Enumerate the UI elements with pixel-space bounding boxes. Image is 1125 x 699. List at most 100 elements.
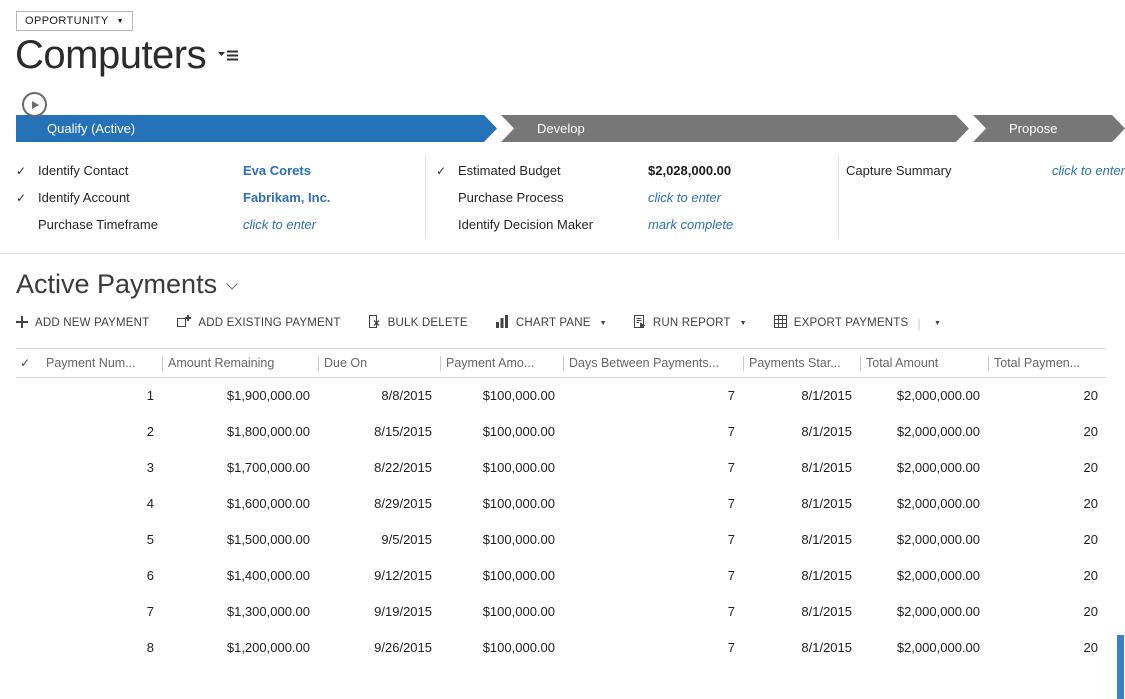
- column-header-payment-number[interactable]: Payment Num...: [40, 349, 162, 378]
- column-header-payment-amount[interactable]: Payment Amo...: [440, 349, 563, 378]
- table-cell: $100,000.00: [440, 522, 563, 558]
- stage-develop[interactable]: Develop: [501, 115, 969, 142]
- table-cell: 20: [988, 378, 1106, 414]
- table-cell: $1,900,000.00: [162, 378, 318, 414]
- stage-qualify[interactable]: Qualify (Active): [16, 115, 497, 142]
- grid-title: Active Payments: [16, 269, 217, 300]
- table-cell: 8/1/2015: [743, 522, 860, 558]
- add-existing-payment-button[interactable]: ADD EXISTING PAYMENT: [176, 315, 340, 331]
- run-report-button[interactable]: RUN REPORT ▼: [634, 315, 747, 331]
- row-select-checkbox[interactable]: [16, 630, 40, 666]
- entity-type-dropdown[interactable]: OPPORTUNITY ▼: [16, 11, 133, 31]
- column-header-amount-remaining[interactable]: Amount Remaining: [162, 349, 318, 378]
- table-cell: $100,000.00: [440, 378, 563, 414]
- field-value-account-link[interactable]: Fabrikam, Inc.: [243, 190, 330, 205]
- table-cell: $2,000,000.00: [860, 630, 988, 666]
- field-capture-summary: Capture Summary click to enter: [846, 157, 1125, 184]
- table-cell: 7: [563, 522, 743, 558]
- row-select-checkbox[interactable]: [16, 486, 40, 522]
- table-cell: 20: [988, 450, 1106, 486]
- grid-view-selector[interactable]: Active Payments: [16, 269, 236, 300]
- table-cell: $1,800,000.00: [162, 414, 318, 450]
- field-purchase-process: ✓ Purchase Process click to enter: [436, 184, 838, 211]
- table-row[interactable]: 1 $1,900,000.00 8/8/2015 $100,000.00 7 8…: [16, 378, 1106, 414]
- table-cell: $100,000.00: [440, 630, 563, 666]
- toolbar-label: RUN REPORT: [653, 317, 731, 329]
- table-cell: 8/1/2015: [743, 630, 860, 666]
- table-row[interactable]: 5 $1,500,000.00 9/5/2015 $100,000.00 7 8…: [16, 522, 1106, 558]
- field-value-budget[interactable]: $2,028,000.00: [648, 163, 731, 178]
- add-existing-icon: [176, 315, 191, 331]
- field-purchase-timeframe: ✓ Purchase Timeframe click to enter: [16, 211, 425, 238]
- toolbar-label: ADD NEW PAYMENT: [35, 317, 149, 329]
- export-payments-button[interactable]: EXPORT PAYMENTS: [774, 315, 909, 331]
- toolbar-separator: |: [917, 316, 921, 331]
- row-select-checkbox[interactable]: [16, 558, 40, 594]
- table-row[interactable]: 8 $1,200,000.00 9/26/2015 $100,000.00 7 …: [16, 630, 1106, 666]
- row-select-checkbox[interactable]: [16, 522, 40, 558]
- row-select-checkbox[interactable]: [16, 378, 40, 414]
- column-header-total-amount[interactable]: Total Amount: [860, 349, 988, 378]
- chevron-down-icon: ▼: [740, 320, 747, 327]
- table-row[interactable]: 4 $1,600,000.00 8/29/2015 $100,000.00 7 …: [16, 486, 1106, 522]
- table-cell: 20: [988, 522, 1106, 558]
- field-label: Estimated Budget: [458, 163, 648, 178]
- title-related-menu-icon[interactable]: [218, 48, 238, 68]
- column-header-total-payments[interactable]: Total Paymen...: [988, 349, 1106, 378]
- business-process-flow: Qualify (Active) Develop Propose ✓ Ident…: [0, 115, 1125, 238]
- table-cell: $2,000,000.00: [860, 558, 988, 594]
- bulk-delete-icon: [368, 315, 381, 331]
- table-cell: $2,000,000.00: [860, 522, 988, 558]
- table-cell: $1,200,000.00: [162, 630, 318, 666]
- process-fields: ✓ Identify Contact Eva Corets ✓ Identify…: [0, 155, 1125, 238]
- toolbar-label: BULK DELETE: [388, 317, 468, 329]
- table-cell: 8: [40, 630, 162, 666]
- table-row[interactable]: 3 $1,700,000.00 8/22/2015 $100,000.00 7 …: [16, 450, 1106, 486]
- table-row[interactable]: 2 $1,800,000.00 8/15/2015 $100,000.00 7 …: [16, 414, 1106, 450]
- page-title: Computers: [15, 32, 206, 78]
- bulk-delete-button[interactable]: BULK DELETE: [368, 315, 468, 331]
- more-commands-chevron-icon[interactable]: ▼: [930, 316, 945, 331]
- table-row[interactable]: 7 $1,300,000.00 9/19/2015 $100,000.00 7 …: [16, 594, 1106, 630]
- table-cell: 20: [988, 594, 1106, 630]
- field-value-placeholder[interactable]: click to enter: [1052, 163, 1125, 178]
- field-label: Identify Contact: [38, 163, 243, 178]
- table-header-row: ✓ Payment Num... Amount Remaining Due On…: [16, 349, 1106, 378]
- field-value-placeholder[interactable]: click to enter: [648, 190, 721, 205]
- field-label: Purchase Timeframe: [38, 217, 243, 232]
- field-value-placeholder[interactable]: click to enter: [243, 217, 316, 232]
- chevron-down-icon: [226, 278, 237, 289]
- table-row[interactable]: 6 $1,400,000.00 9/12/2015 $100,000.00 7 …: [16, 558, 1106, 594]
- field-label: Identify Decision Maker: [458, 217, 648, 232]
- column-header-due-on[interactable]: Due On: [318, 349, 440, 378]
- column-header-payments-start[interactable]: Payments Star...: [743, 349, 860, 378]
- chart-pane-button[interactable]: CHART PANE ▼: [495, 315, 607, 331]
- field-value-placeholder[interactable]: mark complete: [648, 217, 733, 232]
- stage-propose[interactable]: Propose: [973, 115, 1125, 142]
- completed-check-icon: ✓: [436, 164, 458, 178]
- table-cell: 20: [988, 486, 1106, 522]
- column-header-days-between[interactable]: Days Between Payments...: [563, 349, 743, 378]
- row-select-checkbox[interactable]: [16, 594, 40, 630]
- table-cell: 8/8/2015: [318, 378, 440, 414]
- field-label: Identify Account: [38, 190, 243, 205]
- scrollbar-thumb[interactable]: [1117, 635, 1124, 699]
- chart-icon: [495, 315, 509, 331]
- row-select-checkbox[interactable]: [16, 414, 40, 450]
- field-identify-contact: ✓ Identify Contact Eva Corets: [16, 157, 425, 184]
- grid-toolbar: ADD NEW PAYMENT ADD EXISTING PAYMENT BUL…: [16, 315, 1125, 331]
- table-cell: $2,000,000.00: [860, 486, 988, 522]
- field-value-contact-link[interactable]: Eva Corets: [243, 163, 311, 178]
- table-cell: $1,500,000.00: [162, 522, 318, 558]
- completed-check-icon: ✓: [16, 191, 38, 205]
- plus-icon: [16, 316, 28, 331]
- table-cell: 7: [563, 414, 743, 450]
- table-cell: $2,000,000.00: [860, 414, 988, 450]
- table-cell: 8/1/2015: [743, 558, 860, 594]
- table-cell: 8/15/2015: [318, 414, 440, 450]
- select-all-checkbox[interactable]: ✓: [16, 349, 40, 378]
- vertical-scrollbar: [1117, 370, 1124, 699]
- add-new-payment-button[interactable]: ADD NEW PAYMENT: [16, 316, 149, 331]
- table-cell: $100,000.00: [440, 594, 563, 630]
- row-select-checkbox[interactable]: [16, 450, 40, 486]
